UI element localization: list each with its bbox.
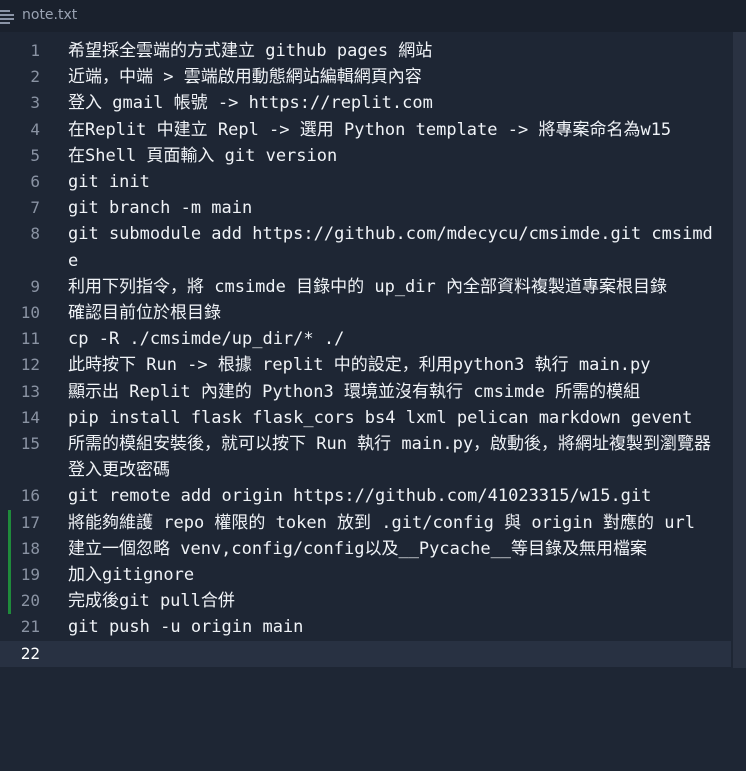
line-number: 6 <box>30 172 40 192</box>
code-editor[interactable]: 1 希望採全雲端的方式建立 github pages 網站 2 近端，中端 > 雲端啟… <box>0 32 746 771</box>
line-text[interactable]: pip install flask flask_cors bs4 lxml pe… <box>68 405 718 431</box>
editor-line[interactable]: 2 近端，中端 > 雲端啟用動態網站編輯網頁內容 <box>0 64 731 90</box>
editor-line[interactable]: 8 git submodule add https://github.com/md… <box>0 221 731 273</box>
editor-line[interactable]: 1 希望採全雲端的方式建立 github pages 網站 <box>0 38 731 64</box>
line-text[interactable]: 在Shell 頁面輸入 git version <box>68 143 718 169</box>
line-text[interactable]: 將能夠維護 repo 權限的 token 放到 .git/config 與 or… <box>68 510 718 536</box>
editor-line[interactable]: 5 在Shell 頁面輸入 git version <box>0 143 731 169</box>
editor-line[interactable]: 13 顯示出 Replit 內建的 Python3 環境並沒有執行 cmsimde… <box>0 379 731 405</box>
line-number: 17 <box>20 512 40 532</box>
line-number: 22 <box>20 643 40 663</box>
line-text[interactable]: 完成後git pull合併 <box>68 588 718 614</box>
editor-line[interactable]: 20 完成後git pull合併 <box>0 588 731 615</box>
line-text[interactable]: 此時按下 Run -> 根據 replit 中的設定，利用python3 執行 … <box>68 352 718 378</box>
line-text[interactable]: git push -u origin main <box>68 614 718 640</box>
line-number: 8 <box>30 224 40 244</box>
editor-line[interactable]: 4 在Replit 中建立 Repl -> 選用 Python template … <box>0 117 731 143</box>
editor-line[interactable]: 16 git remote add origin https://github.c… <box>0 483 731 509</box>
tab-bar: note.txt <box>0 0 746 32</box>
editor-line[interactable]: 19 加入gitignore <box>0 562 731 589</box>
editor-line[interactable]: 18 建立一個忽略 venv,config/config以及__Pycache__… <box>0 535 731 563</box>
editor-line[interactable]: 9 利用下列指令，將 cmsimde 目錄中的 up_dir 內全部資料複製道專案… <box>0 274 731 300</box>
editor-line[interactable]: 3 登入 gmail 帳號 -> https://replit.com <box>0 90 731 116</box>
line-number: 1 <box>30 41 40 60</box>
editor-line[interactable]: 15 所需的模組安裝後，就可以按下 Run 執行 main.py，啟動後，將網址複… <box>0 431 731 483</box>
line-text[interactable]: 希望採全雲端的方式建立 github pages 網站 <box>68 38 718 64</box>
line-text[interactable]: 在Replit 中建立 Repl -> 選用 Python template -… <box>68 117 718 143</box>
line-number: 13 <box>20 381 40 401</box>
editor-line[interactable]: 21 git push -u origin main <box>0 614 731 640</box>
file-lines-icon <box>0 10 14 24</box>
editor-line[interactable]: 12 此時按下 Run -> 根據 replit 中的設定，利用python3 執… <box>0 352 731 378</box>
editor-line[interactable]: 17 將能夠維護 repo 權限的 token 放到 .git/config 與 … <box>0 509 731 536</box>
line-text[interactable]: 利用下列指令，將 cmsimde 目錄中的 up_dir 內全部資料複製道專案根… <box>68 274 718 300</box>
line-text[interactable]: 加入gitignore <box>68 562 718 588</box>
line-text[interactable]: git init <box>68 169 718 195</box>
line-number: 14 <box>20 407 40 427</box>
editor-line[interactable]: 10 確認目前位於根目錄 <box>0 300 731 326</box>
line-text[interactable]: 確認目前位於根目錄 <box>68 300 718 326</box>
line-number: 15 <box>20 434 40 454</box>
editor-window: note.txt 1 希望採全雲端的方式建立 github pages 網站 2 近端… <box>0 0 746 771</box>
line-text[interactable]: cp -R ./cmsimde/up_dir/* ./ <box>68 326 718 352</box>
editor-lines[interactable]: 1 希望採全雲端的方式建立 github pages 網站 2 近端，中端 > 雲端啟… <box>0 38 731 667</box>
editor-line[interactable]: 11 cp -R ./cmsimde/up_dir/* ./ <box>0 326 731 352</box>
line-number: 4 <box>30 119 40 139</box>
scrollbar-thumb[interactable] <box>733 32 746 668</box>
editor-line[interactable]: 7 git branch -m main <box>0 195 731 221</box>
line-number: 21 <box>20 617 40 637</box>
line-number: 3 <box>30 93 40 113</box>
line-number: 7 <box>30 198 40 218</box>
line-text[interactable]: git branch -m main <box>68 195 718 221</box>
line-number: 19 <box>20 565 40 585</box>
line-number: 5 <box>30 145 40 165</box>
editor-line[interactable]: 14 pip install flask flask_cors bs4 lxml … <box>0 405 731 431</box>
line-number: 9 <box>30 276 40 296</box>
line-number: 18 <box>20 538 40 558</box>
tab-title: note.txt <box>22 7 78 23</box>
line-text[interactable]: 近端，中端 > 雲端啟用動態網站編輯網頁內容 <box>68 64 718 90</box>
line-number: 10 <box>20 303 40 323</box>
line-number: 12 <box>20 355 40 375</box>
line-text[interactable]: 登入 gmail 帳號 -> https://replit.com <box>68 90 718 116</box>
line-number: 16 <box>20 486 40 506</box>
line-text[interactable]: git submodule add https://github.com/mde… <box>68 221 718 273</box>
line-text[interactable]: 建立一個忽略 venv,config/config以及__Pycache__等目… <box>68 536 718 562</box>
editor-line[interactable]: 6 git init <box>0 169 731 195</box>
line-number: 11 <box>20 329 40 349</box>
line-text[interactable]: git remote add origin https://github.com… <box>68 483 718 509</box>
line-text[interactable]: 所需的模組安裝後，就可以按下 Run 執行 main.py，啟動後，將網址複製到… <box>68 431 718 483</box>
line-text[interactable]: 顯示出 Replit 內建的 Python3 環境並沒有執行 cmsimde 所… <box>68 379 718 405</box>
line-number: 2 <box>30 67 40 87</box>
line-number: 20 <box>20 591 40 611</box>
editor-line[interactable]: 22 <box>0 640 731 667</box>
